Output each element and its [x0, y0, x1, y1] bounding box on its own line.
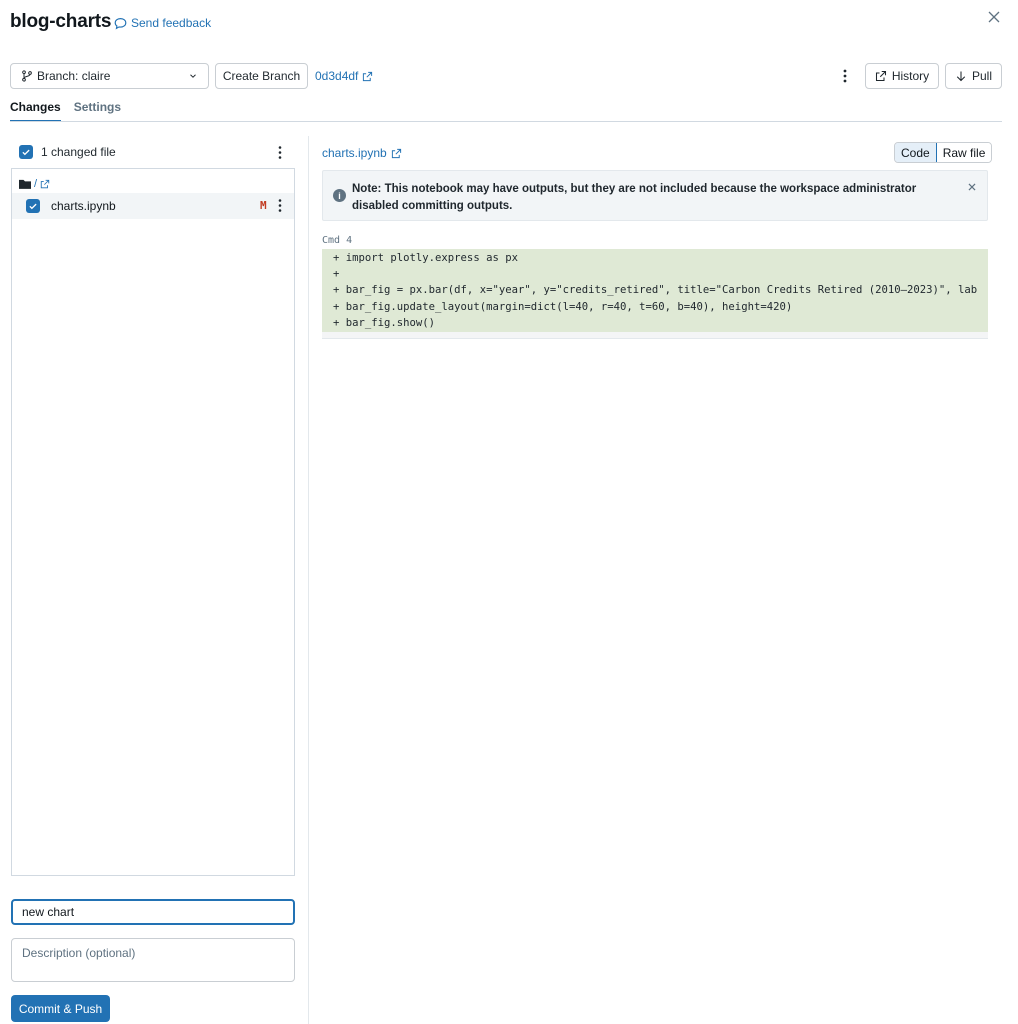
close-icon[interactable]: [965, 180, 979, 194]
tab-changes[interactable]: Changes: [10, 100, 61, 122]
branch-selector[interactable]: Branch: claire: [10, 63, 209, 89]
tab-bar: Changes Settings: [10, 100, 121, 122]
history-button[interactable]: History: [865, 63, 939, 89]
more-options-icon[interactable]: [838, 68, 852, 84]
file-name: charts.ipynb: [51, 199, 116, 213]
chevron-down-icon: [190, 74, 196, 78]
viewer-file-name: charts.ipynb: [322, 146, 387, 160]
commit-push-button[interactable]: Commit & Push: [11, 995, 110, 1022]
folder-icon: [19, 179, 31, 189]
tabs-divider: [10, 121, 1002, 122]
modified-badge: M: [260, 199, 267, 212]
branch-icon: [22, 70, 32, 82]
checkmark-icon: [29, 203, 37, 210]
diff-line: + import plotly.express as px: [333, 252, 518, 264]
folder-path[interactable]: /: [19, 178, 50, 190]
feedback-icon: [114, 17, 127, 29]
code-view-button[interactable]: Code: [895, 143, 938, 162]
view-mode-toggle: Code Raw file: [894, 142, 993, 163]
pull-label: Pull: [971, 69, 992, 83]
raw-file-button[interactable]: Raw file: [936, 143, 992, 162]
send-feedback-link[interactable]: Send feedback: [114, 16, 211, 30]
diff-scrollbar[interactable]: [322, 332, 988, 339]
more-options-icon[interactable]: [275, 198, 285, 213]
external-link-icon: [40, 179, 50, 189]
commit-hash: 0d3d4df: [315, 69, 359, 83]
file-checkbox[interactable]: [26, 199, 40, 213]
viewer-file-link[interactable]: charts.ipynb: [322, 146, 402, 160]
changed-files-header: 1 changed file: [19, 145, 116, 159]
external-link-icon: [391, 148, 401, 158]
folder-path-label: /: [34, 178, 38, 190]
send-feedback-label: Send feedback: [131, 16, 212, 30]
panel-divider: [308, 136, 309, 1024]
changed-files-count: 1 changed file: [41, 145, 116, 159]
cmd-label: Cmd 4: [322, 235, 353, 246]
external-link-icon: [875, 70, 886, 82]
branch-label: Branch: claire: [37, 69, 111, 83]
select-all-checkbox[interactable]: [19, 145, 33, 159]
diff-line: + bar_fig.show(): [333, 316, 436, 329]
commit-description-input[interactable]: [11, 938, 295, 982]
more-options-icon[interactable]: [274, 145, 286, 160]
commit-message-input[interactable]: [11, 899, 295, 925]
commit-hash-link[interactable]: 0d3d4df: [315, 69, 373, 83]
diff-block: + import plotly.express as px + + bar_fi…: [322, 249, 988, 332]
create-branch-button[interactable]: Create Branch: [215, 63, 308, 89]
pull-button[interactable]: Pull: [945, 63, 1002, 89]
changed-files-panel: [11, 168, 295, 876]
diff-line: +: [333, 268, 340, 281]
history-label: History: [891, 69, 930, 83]
tab-settings[interactable]: Settings: [74, 100, 121, 122]
page-title: blog-charts: [10, 11, 112, 32]
diff-line: + bar_fig = px.bar(df, x="year", y="cred…: [333, 284, 978, 297]
checkmark-icon: [22, 149, 30, 156]
info-icon: i: [333, 189, 346, 202]
diff-line: + bar_fig.update_layout(margin=dict(l=40…: [333, 300, 793, 313]
outputs-note-banner: i Note: This notebook may have outputs, …: [322, 170, 988, 221]
close-icon[interactable]: [986, 9, 1002, 25]
note-text: Note: This notebook may have outputs, bu…: [352, 183, 917, 212]
arrow-down-icon: [956, 71, 966, 82]
list-item[interactable]: charts.ipynb M: [12, 193, 294, 219]
external-link-icon: [363, 71, 373, 81]
